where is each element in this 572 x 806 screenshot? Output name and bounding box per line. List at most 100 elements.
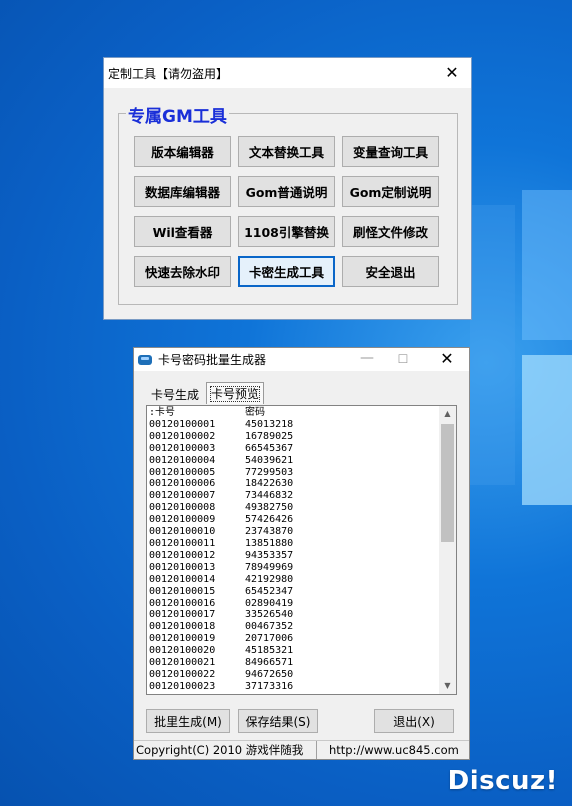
maximize-icon[interactable]: ☐ (393, 352, 413, 366)
card-password: 02890419 (245, 597, 294, 609)
list-item: 00120100023 37173316 (149, 681, 439, 693)
card-password: 57426426 (245, 514, 294, 526)
password-header: 密码 (245, 407, 265, 418)
card-generator-button[interactable]: 卡密生成工具 (238, 256, 335, 287)
remove-watermark-button[interactable]: 快速去除水印 (134, 256, 231, 287)
card-number: 00120100021 (149, 657, 216, 669)
card-password: 77299503 (245, 466, 294, 478)
window-title: 定制工具【请勿盗用】 (108, 66, 229, 81)
card-password: 16789025 (245, 430, 294, 442)
list-item: 00120100004 54039621 (149, 455, 439, 467)
list-item: 00120100001 45013218 (149, 419, 439, 431)
watermark: Discuz! (447, 766, 558, 796)
list-item: 00120100022 94672650 (149, 669, 439, 681)
list-item: 00120100017 33526540 (149, 609, 439, 621)
list-item: 00120100013 78949969 (149, 562, 439, 574)
close-icon[interactable]: ✕ (437, 349, 457, 368)
card-password: 73446832 (245, 490, 294, 502)
tab-label: 卡号预览 (210, 386, 261, 402)
exit-button[interactable]: 退出(X) (374, 709, 454, 733)
card-number: 00120100010 (149, 526, 216, 538)
scroll-thumb[interactable] (441, 424, 454, 542)
scroll-up-icon[interactable]: ▲ (439, 406, 456, 422)
variable-query-button[interactable]: 变量查询工具 (342, 136, 439, 167)
list-item: 00120100003 66545367 (149, 443, 439, 455)
card-password: 37173316 (245, 680, 294, 692)
card-number: 00120100017 (149, 609, 216, 621)
card-number: 00120100007 (149, 490, 216, 502)
card-number: 00120100011 (149, 537, 216, 549)
url-text: http://www.uc845.com (329, 743, 459, 757)
version-editor-button[interactable]: 版本编辑器 (134, 136, 231, 167)
card-password: 65452347 (245, 585, 294, 597)
card-number: 00120100012 (149, 549, 216, 561)
card-number: 00120100008 (149, 502, 216, 514)
card-password: 49382750 (245, 502, 294, 514)
card-number: 00120100005 (149, 466, 216, 478)
title-bar: 定制工具【请勿盗用】 ✕ (104, 58, 471, 88)
safe-exit-button[interactable]: 安全退出 (342, 256, 439, 287)
gom-custom-help-button[interactable]: Gom定制说明 (342, 176, 439, 207)
list-item: 00120100016 02890419 (149, 598, 439, 610)
list-item: 00120100009 57426426 (149, 514, 439, 526)
card-password: 42192980 (245, 573, 294, 585)
app-icon (138, 354, 152, 365)
scroll-down-icon[interactable]: ▼ (439, 678, 456, 694)
list-item: 00120100021 84966571 (149, 657, 439, 669)
list-item: 00120100002 16789025 (149, 431, 439, 443)
tab-card-preview[interactable]: 卡号预览 (206, 382, 265, 404)
card-number: 00120100006 (149, 478, 216, 490)
group-title: 专属GM工具 (126, 102, 229, 127)
desktop-light-pane (522, 190, 572, 340)
tab-card-generate[interactable]: 卡号生成 (148, 385, 202, 404)
tab-strip: 卡号生成 卡号预览 (148, 382, 265, 404)
card-number: 00120100023 (149, 680, 216, 692)
card-password: 45013218 (245, 418, 294, 430)
minimize-icon[interactable]: — (357, 350, 377, 366)
list-item: 00120100006 18422630 (149, 478, 439, 490)
copyright-text: Copyright(C) 2010 游戏伴随我 (134, 741, 317, 759)
vertical-scrollbar[interactable]: ▲ ▼ (439, 406, 456, 694)
database-editor-button[interactable]: 数据库编辑器 (134, 176, 231, 207)
text-replace-button[interactable]: 文本替换工具 (238, 136, 335, 167)
engine-replace-button[interactable]: 1108引擎替换 (238, 216, 335, 247)
card-number: 00120100009 (149, 514, 216, 526)
list-item: 00120100020 45185321 (149, 645, 439, 657)
card-number: 00120100022 (149, 668, 216, 680)
list-item: 00120100019 20717006 (149, 633, 439, 645)
card-password: 33526540 (245, 609, 294, 621)
desktop-light-pane (522, 355, 572, 505)
card-password: 78949969 (245, 561, 294, 573)
card-number: 00120100004 (149, 454, 216, 466)
card-password: 00467352 (245, 621, 294, 633)
card-number: 00120100015 (149, 585, 216, 597)
card-number: 00120100020 (149, 645, 216, 657)
wil-viewer-button[interactable]: Wil查看器 (134, 216, 231, 247)
card-rows: :卡号 密码 00120100001 45013218 00120100002 167… (149, 407, 439, 693)
save-results-button[interactable]: 保存结果(S) (238, 709, 318, 733)
card-number: 00120100003 (149, 442, 216, 454)
card-password: 94353357 (245, 549, 294, 561)
list-item: 00120100011 13851880 (149, 538, 439, 550)
card-number: 00120100001 (149, 418, 216, 430)
list-item: 00120100010 23743870 (149, 526, 439, 538)
card-number: 00120100013 (149, 561, 216, 573)
batch-generate-button[interactable]: 批里生成(M) (146, 709, 230, 733)
card-password: 13851880 (245, 537, 294, 549)
card-password: 20717006 (245, 633, 294, 645)
card-password: 94672650 (245, 668, 294, 680)
card-password: 84966571 (245, 657, 294, 669)
desktop-light-pane (470, 205, 515, 485)
monster-file-edit-button[interactable]: 刷怪文件修改 (342, 216, 439, 247)
card-number-header: :卡号 (149, 407, 176, 418)
card-list[interactable]: :卡号 密码 00120100001 45013218 00120100002 167… (146, 405, 457, 695)
card-number: 00120100019 (149, 633, 216, 645)
card-number: 00120100016 (149, 597, 216, 609)
gom-normal-help-button[interactable]: Gom普通说明 (238, 176, 335, 207)
close-icon[interactable]: ✕ (443, 63, 461, 82)
status-bar: Copyright(C) 2010 游戏伴随我 http://www.uc845… (134, 740, 469, 759)
card-password: 18422630 (245, 478, 294, 490)
card-number: 00120100002 (149, 430, 216, 442)
card-password: 45185321 (245, 645, 294, 657)
card-number: 00120100014 (149, 573, 216, 585)
